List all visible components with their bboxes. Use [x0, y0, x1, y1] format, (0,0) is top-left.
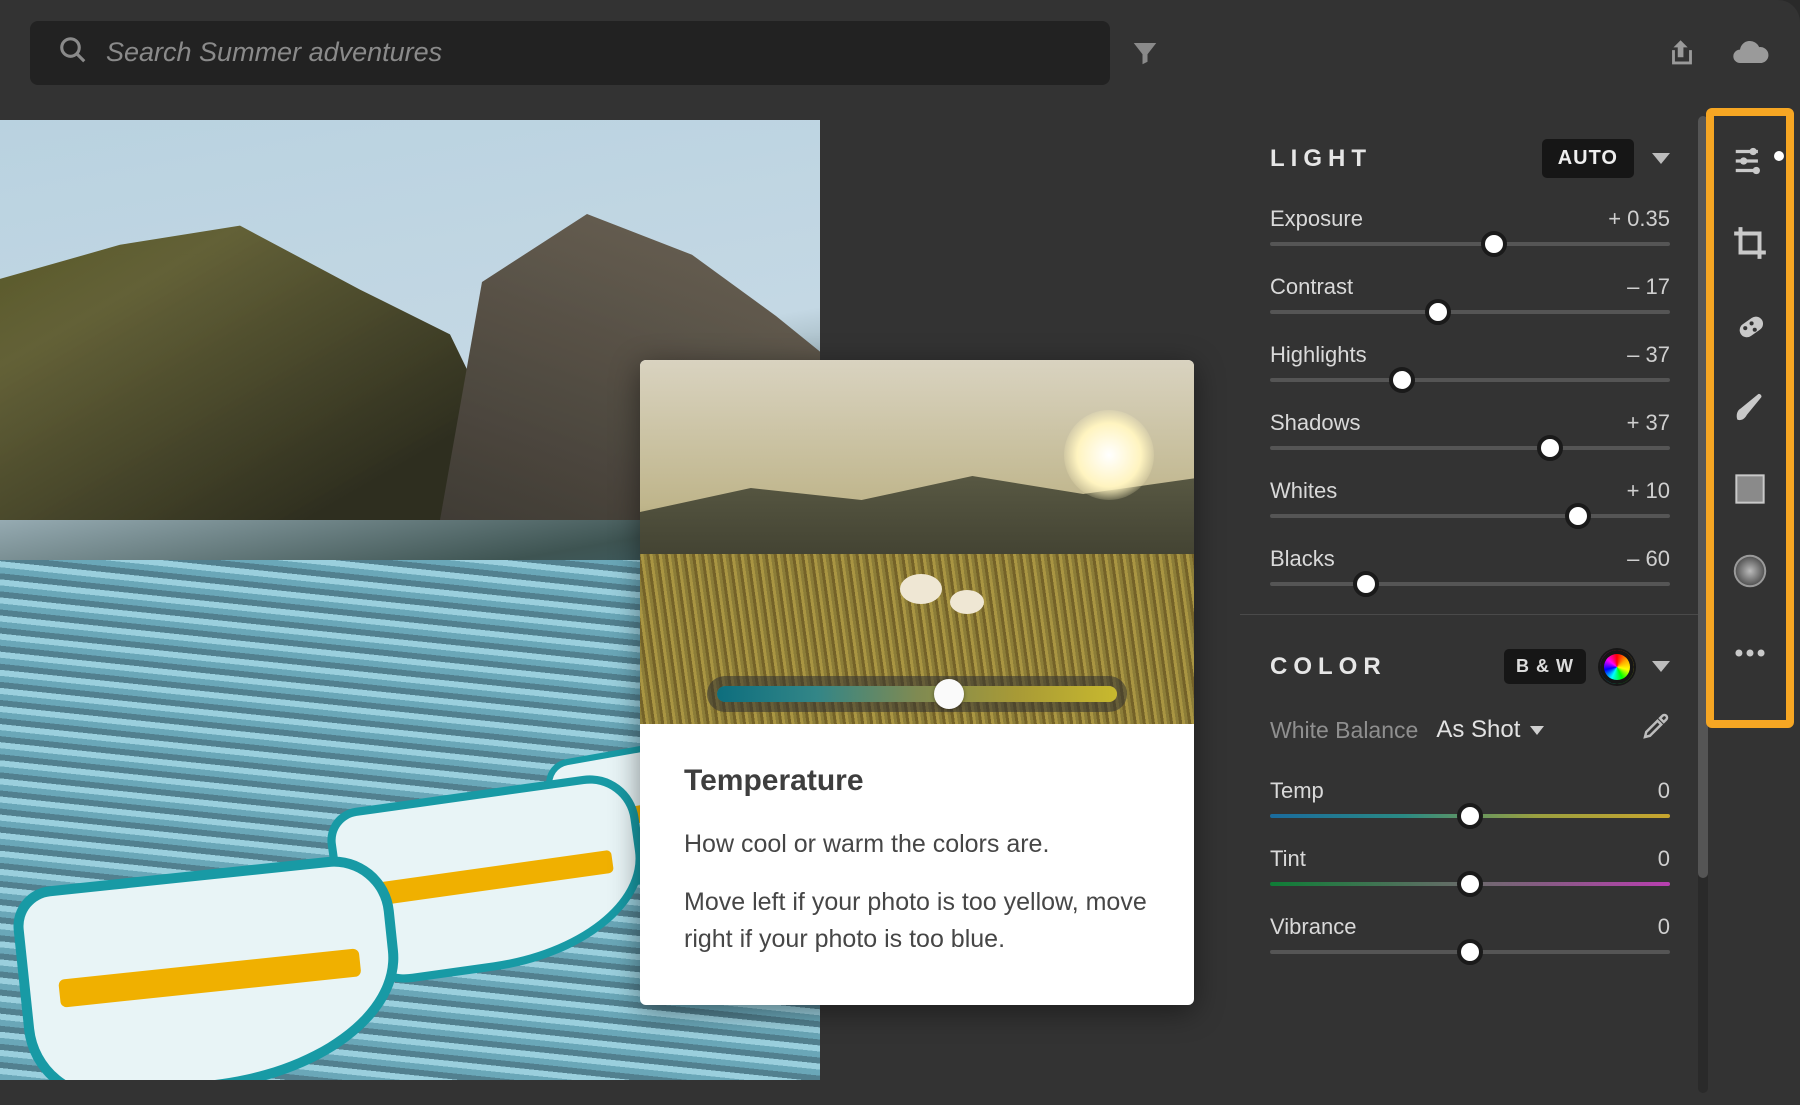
color-panel-title: COLOR	[1270, 653, 1504, 681]
whites-slider-thumb[interactable]	[1565, 503, 1591, 529]
highlights-slider-value: – 37	[1627, 342, 1670, 368]
exposure-slider-value: + 0.35	[1608, 206, 1670, 232]
toolbar-highlight-box	[1706, 108, 1794, 728]
blacks-slider-track[interactable]	[1270, 582, 1670, 586]
shadows-slider-thumb[interactable]	[1537, 435, 1563, 461]
whites-slider-value: + 10	[1627, 478, 1670, 504]
color-panel-header[interactable]: COLOR B & W	[1270, 649, 1670, 684]
contrast-slider-label: Contrast	[1270, 274, 1353, 300]
contrast-slider-value: – 17	[1627, 274, 1670, 300]
chevron-down-icon[interactable]	[1652, 661, 1670, 672]
exposure-slider-label: Exposure	[1270, 206, 1363, 232]
white-balance-value: As Shot	[1436, 716, 1520, 744]
temp-slider-thumb[interactable]	[1457, 803, 1483, 829]
filter-button[interactable]	[1128, 36, 1162, 70]
tooltip-preview-image	[640, 360, 1194, 724]
exposure-slider-thumb[interactable]	[1481, 231, 1507, 257]
contrast-slider-thumb[interactable]	[1425, 299, 1451, 325]
white-balance-label: White Balance	[1270, 717, 1418, 744]
top-bar	[0, 0, 1800, 105]
eyedropper-icon[interactable]	[1640, 712, 1670, 748]
search-input[interactable]	[106, 37, 1082, 68]
whites-slider-label: Whites	[1270, 478, 1337, 504]
contrast-slider-row: Contrast – 17	[1270, 274, 1670, 314]
highlights-slider-thumb[interactable]	[1389, 367, 1415, 393]
blacks-slider-label: Blacks	[1270, 546, 1335, 572]
edit-panel: LIGHT AUTO Exposure + 0.35 Contrast – 17 Hig…	[1240, 105, 1700, 1105]
tooltip-line-1: How cool or warm the colors are.	[684, 826, 1150, 862]
whites-slider-track[interactable]	[1270, 514, 1670, 518]
tooltip-slider-thumb[interactable]	[934, 679, 964, 709]
search-icon	[58, 35, 88, 70]
temp-slider-row: Temp 0	[1270, 778, 1670, 818]
shadows-slider-track[interactable]	[1270, 446, 1670, 450]
white-balance-dropdown[interactable]: As Shot	[1436, 716, 1544, 744]
tooltip-card: Temperature How cool or warm the colors …	[640, 360, 1194, 1005]
caret-down-icon	[1530, 726, 1544, 735]
blacks-slider-thumb[interactable]	[1353, 571, 1379, 597]
highlights-slider-label: Highlights	[1270, 342, 1367, 368]
tint-slider-track[interactable]	[1270, 882, 1670, 886]
temp-slider-label: Temp	[1270, 778, 1324, 804]
bw-toggle[interactable]: B & W	[1504, 649, 1586, 684]
light-panel-header[interactable]: LIGHT AUTO	[1270, 139, 1670, 178]
color-mixer-icon[interactable]	[1600, 650, 1634, 684]
tint-slider-label: Tint	[1270, 846, 1306, 872]
blacks-slider-row: Blacks – 60	[1270, 546, 1670, 586]
blacks-slider-value: – 60	[1627, 546, 1670, 572]
tooltip-line-2: Move left if your photo is too yellow, m…	[684, 884, 1150, 957]
app-window: Temperature How cool or warm the colors …	[0, 0, 1800, 1105]
vibrance-slider-row: Vibrance 0	[1270, 914, 1670, 954]
exposure-slider-track[interactable]	[1270, 242, 1670, 246]
light-panel-title: LIGHT	[1270, 145, 1542, 173]
share-icon[interactable]	[1662, 33, 1702, 73]
vibrance-slider-thumb[interactable]	[1457, 939, 1483, 965]
contrast-slider-track[interactable]	[1270, 310, 1670, 314]
search-field-wrap	[30, 21, 1110, 85]
chevron-down-icon[interactable]	[1652, 153, 1670, 164]
auto-button[interactable]: AUTO	[1542, 139, 1634, 178]
shadows-slider-label: Shadows	[1270, 410, 1361, 436]
shadows-slider-value: + 37	[1627, 410, 1670, 436]
tint-slider-thumb[interactable]	[1457, 871, 1483, 897]
tint-slider-value: 0	[1658, 846, 1670, 872]
tint-slider-row: Tint 0	[1270, 846, 1670, 886]
cloud-sync-icon[interactable]	[1730, 33, 1770, 73]
shadows-slider-row: Shadows + 37	[1270, 410, 1670, 450]
tooltip-title: Temperature	[684, 764, 1150, 798]
whites-slider-row: Whites + 10	[1270, 478, 1670, 518]
exposure-slider-row: Exposure + 0.35	[1270, 206, 1670, 246]
highlights-slider-row: Highlights – 37	[1270, 342, 1670, 382]
temp-slider-value: 0	[1658, 778, 1670, 804]
vibrance-slider-label: Vibrance	[1270, 914, 1356, 940]
tooltip-temperature-slider[interactable]	[717, 686, 1117, 702]
vibrance-slider-value: 0	[1658, 914, 1670, 940]
temp-slider-track[interactable]	[1270, 814, 1670, 818]
highlights-slider-track[interactable]	[1270, 378, 1670, 382]
panel-divider	[1240, 614, 1700, 615]
vibrance-slider-track[interactable]	[1270, 950, 1670, 954]
